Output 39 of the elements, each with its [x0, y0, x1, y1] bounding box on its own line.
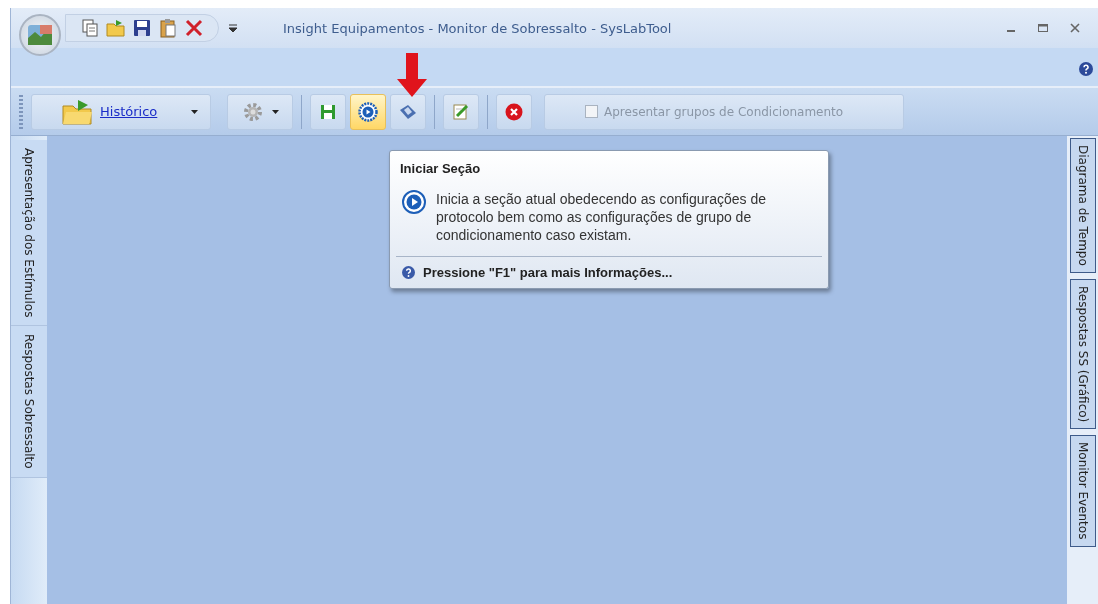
checkbox-label: Apresentar grupos de Condicionamento — [604, 104, 844, 119]
folder-icon[interactable] — [106, 18, 126, 38]
history-link[interactable]: Histórico — [100, 104, 158, 119]
play-icon — [402, 190, 426, 214]
tooltip-help-hint: Pressione "F1" para mais Informações... — [423, 265, 673, 280]
caret-icon — [271, 109, 279, 114]
edit-document-icon — [451, 101, 471, 122]
help-icon — [402, 266, 415, 279]
toolbar-button[interactable] — [443, 93, 479, 130]
toolbar-button[interactable] — [496, 93, 532, 130]
toolbar-grip[interactable] — [19, 94, 23, 129]
side-tab[interactable]: Apresentação dos Estímulos — [11, 140, 47, 327]
side-tab[interactable]: Monitor Eventos — [1070, 435, 1096, 547]
save-icon[interactable] — [132, 18, 152, 38]
app-orb-button[interactable] — [19, 14, 61, 56]
folder-icon — [62, 98, 94, 125]
caret-icon — [191, 109, 198, 114]
customize-toolbar-icon[interactable] — [229, 23, 237, 33]
stop-icon — [504, 101, 524, 122]
delete-icon[interactable] — [184, 18, 204, 38]
toolbar-button[interactable] — [350, 93, 386, 130]
settings-dropdown-button[interactable] — [227, 93, 293, 130]
close-icon[interactable] — [1069, 22, 1081, 34]
gear-icon — [241, 100, 264, 123]
play-icon — [358, 101, 378, 122]
side-tab[interactable]: Respostas Sobressalto — [11, 326, 47, 479]
arrow-annotation — [397, 53, 427, 97]
side-tab[interactable]: Respostas SS (Gráfico) — [1070, 278, 1096, 430]
help-icon[interactable] — [1079, 62, 1093, 76]
toolbar-button[interactable] — [390, 93, 426, 130]
clipboard-icon[interactable] — [158, 18, 178, 38]
copy-icon[interactable] — [80, 18, 100, 38]
toolbar-button[interactable] — [310, 93, 346, 130]
tooltip-description: Inicia a seção atual obedecendo as configurações de protocolo bem como as configurações de grupo de condicionamento caso existam. — [436, 190, 767, 244]
tooltip-title: Iniciar Seção — [400, 161, 482, 176]
maximize-icon[interactable] — [1037, 22, 1049, 34]
save-icon — [319, 102, 337, 121]
side-tab[interactable]: Diagrama de Tempo — [1070, 138, 1096, 273]
window-title: Insight Equipamentos - Monitor de Sobressalto - SysLabTool — [283, 20, 673, 36]
